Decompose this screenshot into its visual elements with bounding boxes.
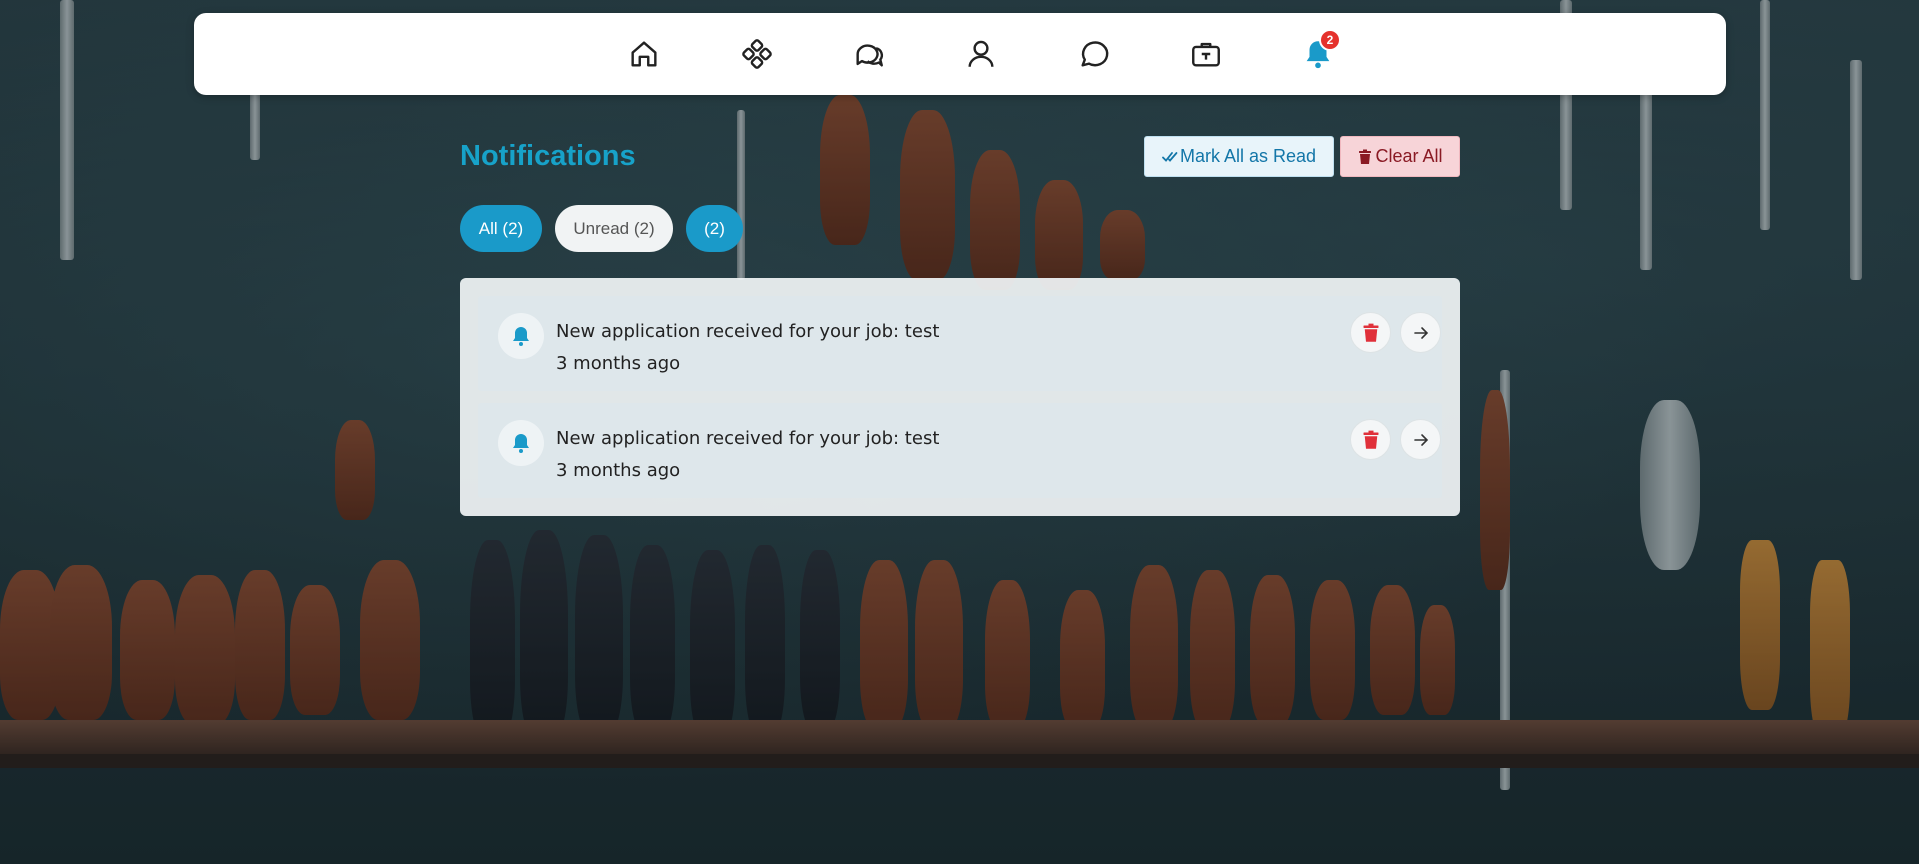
open-notification-button[interactable] [1400,312,1441,353]
notifications-list: New application received for your job: t… [460,278,1460,516]
chats-icon[interactable] [848,33,890,75]
top-nav-bar: 2 [194,13,1726,95]
open-notification-button[interactable] [1400,419,1441,460]
bell-icon [498,313,544,359]
mark-all-read-button[interactable]: Mark All as Read [1144,136,1334,177]
clear-all-button[interactable]: Clear All [1340,136,1460,177]
delete-notification-button[interactable] [1350,312,1391,353]
message-icon[interactable] [1073,33,1115,75]
arrow-right-icon [1413,433,1428,446]
notification-message: New application received for your job: t… [556,428,940,449]
filter-unread-tab[interactable]: Unread (2) [555,205,673,252]
double-check-icon [1162,151,1178,162]
user-icon[interactable] [960,33,1002,75]
notification-time: 3 months ago [556,353,681,374]
delete-notification-button[interactable] [1350,419,1391,460]
page-title: Notifications [460,140,636,172]
notification-message: New application received for your job: t… [556,321,940,342]
bell-icon[interactable]: 2 [1297,29,1341,75]
arrow-right-icon [1413,326,1428,339]
trash-icon [1363,323,1378,342]
trash-icon [1363,430,1378,449]
notification-time: 3 months ago [556,460,681,481]
filter-all-tab[interactable]: All (2) [460,205,542,252]
mark-all-read-label: Mark All as Read [1179,146,1317,166]
notification-count-badge: 2 [1319,29,1341,51]
trash-icon [1359,149,1372,164]
notification-item[interactable]: New application received for your job: t… [478,296,1442,391]
bell-icon [498,420,544,466]
home-icon[interactable] [623,33,665,75]
notification-item[interactable]: New application received for your job: t… [478,403,1442,498]
briefcase-icon[interactable] [1185,33,1227,75]
clear-all-label: Clear All [1375,146,1443,166]
apps-icon[interactable] [736,33,778,75]
filter-third-tab[interactable]: (2) [686,205,743,252]
